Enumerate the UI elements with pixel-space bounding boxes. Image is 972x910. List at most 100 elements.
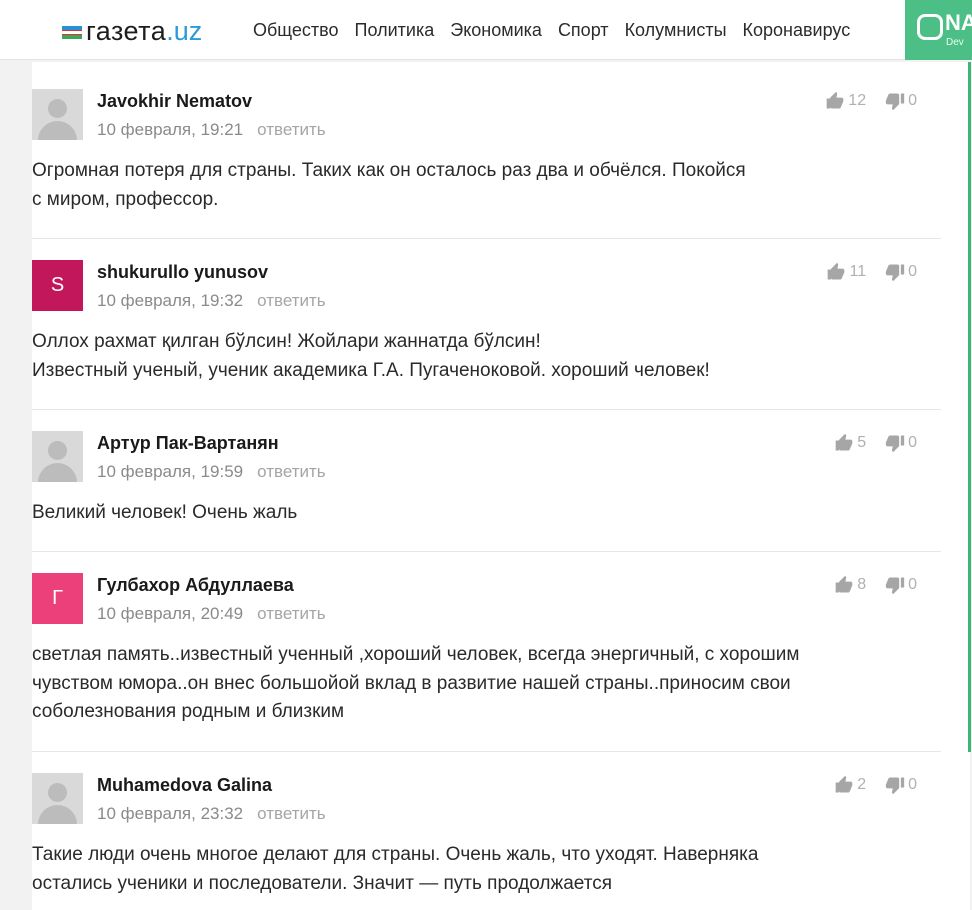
nav-item-columnists[interactable]: Колумнисты <box>625 20 727 41</box>
comment-date: 10 февраля, 19:21 <box>97 120 244 139</box>
comment-date: 10 февраля, 19:59 <box>97 462 244 481</box>
comment-text-line: Известный ученый, ученик академика Г.А. … <box>32 359 710 381</box>
comment-text-line: соболезнования родным и близким <box>32 701 345 722</box>
comment-text-line: светлая память..известный ученный ,хорош… <box>32 644 800 665</box>
avatar-letter: Г <box>52 587 63 609</box>
thumbs-down-icon <box>885 91 908 111</box>
avatar-letter: S <box>50 274 65 296</box>
comment-date: 10 февраля, 19:32 <box>97 291 244 310</box>
user-placeholder-body <box>38 121 77 140</box>
vote-controls: 8 0 <box>834 575 917 595</box>
comment-text: светлая память..известный ученный ,хорош… <box>32 641 892 727</box>
flag-icon <box>62 26 82 40</box>
nav-item-coronavirus[interactable]: Коронавирус <box>743 20 851 41</box>
thumbs-up-icon <box>825 91 848 111</box>
reply-link[interactable]: ответить <box>257 462 326 481</box>
comment-text: Оллох рахмат қилган бўлсин! Жойлари жанн… <box>32 328 892 385</box>
thumbs-up-icon <box>834 433 857 453</box>
promo-banner[interactable]: NA Dev <box>905 0 972 60</box>
dislike-button[interactable]: 0 <box>885 775 917 795</box>
comment-author[interactable]: shukurullo yunusov <box>97 262 268 283</box>
avatar[interactable] <box>32 89 83 140</box>
dislike-count: 0 <box>908 576 917 593</box>
nav-item-politics[interactable]: Политика <box>355 20 435 41</box>
thumbs-down-icon <box>885 433 908 453</box>
avatar[interactable]: Г <box>32 573 83 624</box>
logo-suffix: .uz <box>166 16 203 46</box>
comment-meta: 10 февраля, 19:21 ответить <box>97 120 326 140</box>
nav-item-sport[interactable]: Спорт <box>558 20 609 41</box>
comment-text-line: Такие люди очень многое делают для стран… <box>32 844 759 865</box>
promo-subtext: Dev <box>946 37 964 48</box>
thumbs-up-icon <box>826 262 849 282</box>
comment-text-line: чувством юмора..он внес большойой вклад … <box>32 672 791 694</box>
like-count: 11 <box>849 263 867 280</box>
like-count: 8 <box>857 576 867 593</box>
comment-author[interactable]: Javokhir Nematov <box>97 91 252 112</box>
user-placeholder-body <box>38 463 77 482</box>
avatar[interactable] <box>32 773 83 824</box>
like-count: 2 <box>857 776 867 793</box>
comment-text-line: Великий человек! Очень жаль <box>32 502 298 523</box>
comment-meta: 10 февраля, 23:32 ответить <box>97 804 326 824</box>
vote-controls: 12 0 <box>825 91 917 111</box>
comment-divider <box>32 551 941 552</box>
comment-date: 10 февраля, 20:49 <box>97 604 244 623</box>
like-button[interactable]: 12 <box>825 91 866 111</box>
dislike-button[interactable]: 0 <box>885 262 917 282</box>
thumbs-up-icon <box>834 775 857 795</box>
dislike-button[interactable]: 0 <box>885 575 917 595</box>
comment-date: 10 февраля, 23:32 <box>97 804 244 823</box>
thumbs-down-icon <box>885 775 908 795</box>
comment-meta: 10 февраля, 19:32 ответить <box>97 291 326 311</box>
user-placeholder-icon <box>48 441 67 460</box>
thumbs-down-icon <box>885 575 908 595</box>
comment-text-line: с миром, профессор. <box>32 188 219 210</box>
vote-controls: 5 0 <box>834 433 917 453</box>
comment-author[interactable]: Muhamedova Galina <box>97 775 272 796</box>
site-logo[interactable]: газета .uz <box>62 16 202 46</box>
comment-divider <box>32 409 941 410</box>
reply-link[interactable]: ответить <box>257 604 326 623</box>
dislike-count: 0 <box>908 263 917 280</box>
comment-author[interactable]: Гулбахор Абдуллаева <box>97 575 294 596</box>
promo-text: NA <box>945 10 972 35</box>
vote-controls: 2 0 <box>834 775 917 795</box>
dislike-count: 0 <box>908 434 917 451</box>
comment-text: Такие люди очень многое делают для стран… <box>32 841 892 898</box>
like-button[interactable]: 2 <box>834 775 866 795</box>
like-count: 12 <box>848 92 867 109</box>
comment-author[interactable]: Артур Пак-Вартанян <box>97 433 279 454</box>
user-placeholder-body <box>38 805 77 824</box>
comment-text-line: остались ученики и последователи. Значит… <box>32 872 613 894</box>
comment-text: Великий человек! Очень жаль <box>32 499 892 528</box>
comment-meta: 10 февраля, 19:59 ответить <box>97 462 326 482</box>
like-button[interactable]: 5 <box>834 433 866 453</box>
like-button[interactable]: 8 <box>834 575 866 595</box>
dislike-button[interactable]: 0 <box>885 91 917 111</box>
nav-item-society[interactable]: Общество <box>253 20 339 41</box>
like-count: 5 <box>857 434 867 451</box>
promo-logo-icon <box>917 14 943 40</box>
nav-item-economy[interactable]: Экономика <box>450 20 542 41</box>
comment-divider <box>32 751 941 752</box>
thumbs-up-icon <box>834 575 857 595</box>
comment-divider <box>32 238 941 239</box>
comment-text-line: Оллох рахмат қилган бўлсин! Жойлари жанн… <box>32 331 541 352</box>
user-placeholder-icon <box>48 783 67 802</box>
comment-meta: 10 февраля, 20:49 ответить <box>97 604 326 624</box>
dislike-button[interactable]: 0 <box>885 433 917 453</box>
thumbs-down-icon <box>885 262 908 282</box>
like-button[interactable]: 11 <box>826 262 866 282</box>
reply-link[interactable]: ответить <box>257 291 326 310</box>
avatar[interactable] <box>32 431 83 482</box>
dislike-count: 0 <box>908 92 917 109</box>
comment-text-line: Огромная потеря для страны. Таких как он… <box>32 160 746 181</box>
comment-text: Огромная потеря для страны. Таких как он… <box>32 157 892 214</box>
logo-text: газета <box>86 16 167 46</box>
user-placeholder-icon <box>48 99 67 118</box>
avatar[interactable]: S <box>32 260 83 311</box>
reply-link[interactable]: ответить <box>257 120 326 139</box>
reply-link[interactable]: ответить <box>257 804 326 823</box>
vote-controls: 11 0 <box>826 262 917 282</box>
